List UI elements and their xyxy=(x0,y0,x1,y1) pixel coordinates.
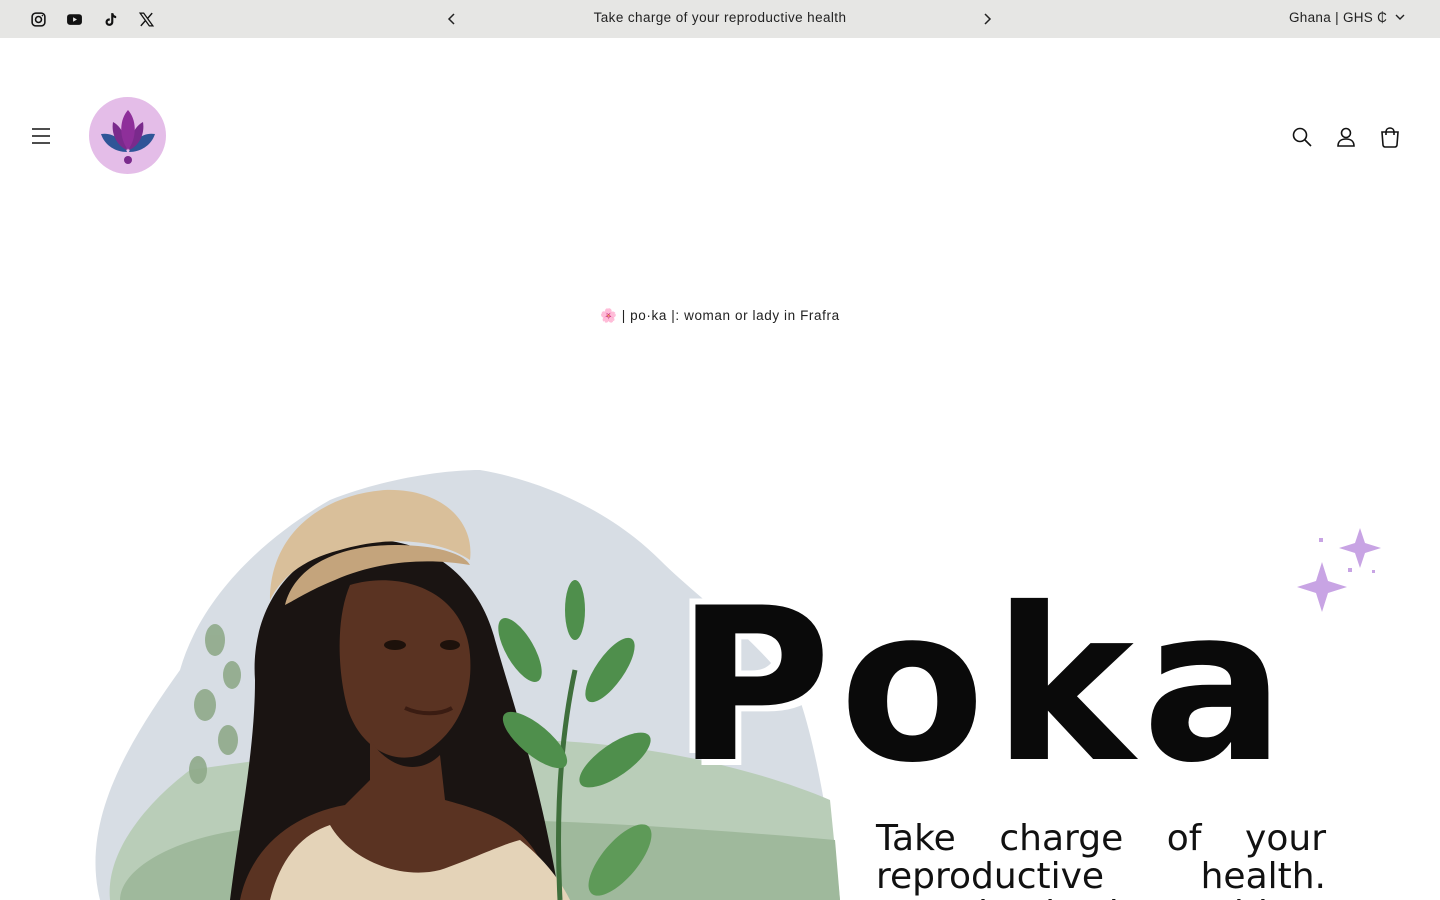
country-selector[interactable]: Ghana | GHS ₵ xyxy=(1289,10,1405,25)
cart-button[interactable] xyxy=(1377,124,1403,150)
flower-icon: 🌸 xyxy=(600,308,618,323)
announcement-message: Take charge of your reproductive health xyxy=(593,10,847,25)
hero-title: Poka xyxy=(676,562,1294,809)
youtube-icon[interactable] xyxy=(64,8,84,30)
cart-icon xyxy=(1381,127,1399,148)
account-icon xyxy=(1337,127,1355,147)
x-icon[interactable] xyxy=(136,8,156,30)
country-selector-label: Ghana | GHS ₵ xyxy=(1289,10,1388,25)
instagram-icon[interactable] xyxy=(28,8,48,30)
search-button[interactable] xyxy=(1289,124,1315,150)
chevron-down-icon xyxy=(1395,14,1405,20)
search-icon xyxy=(1292,127,1312,147)
logo[interactable] xyxy=(89,97,166,174)
menu-icon xyxy=(32,128,50,144)
hero-subtitle: Take charge of your reproductive health.… xyxy=(876,818,1326,900)
lotus-logo-icon xyxy=(100,109,155,164)
social-links xyxy=(28,8,156,30)
announcement-bar: Take charge of your reproductive health … xyxy=(0,0,1440,38)
announcement-next-button[interactable] xyxy=(977,9,997,29)
menu-button[interactable] xyxy=(30,126,54,148)
announcement-previous-button[interactable] xyxy=(442,9,462,29)
tiktok-icon[interactable] xyxy=(100,8,120,30)
account-button[interactable] xyxy=(1333,124,1359,150)
chevron-right-icon xyxy=(984,13,992,25)
hero-banner: Poka Take charge of your reproductive he… xyxy=(0,440,1440,900)
chevron-left-icon xyxy=(447,13,455,25)
tagline-text: | po·ka |: woman or lady in Frafra xyxy=(621,308,840,323)
brand-tagline: 🌸 | po·ka |: woman or lady in Frafra xyxy=(0,308,1440,324)
site-header xyxy=(0,38,1440,238)
